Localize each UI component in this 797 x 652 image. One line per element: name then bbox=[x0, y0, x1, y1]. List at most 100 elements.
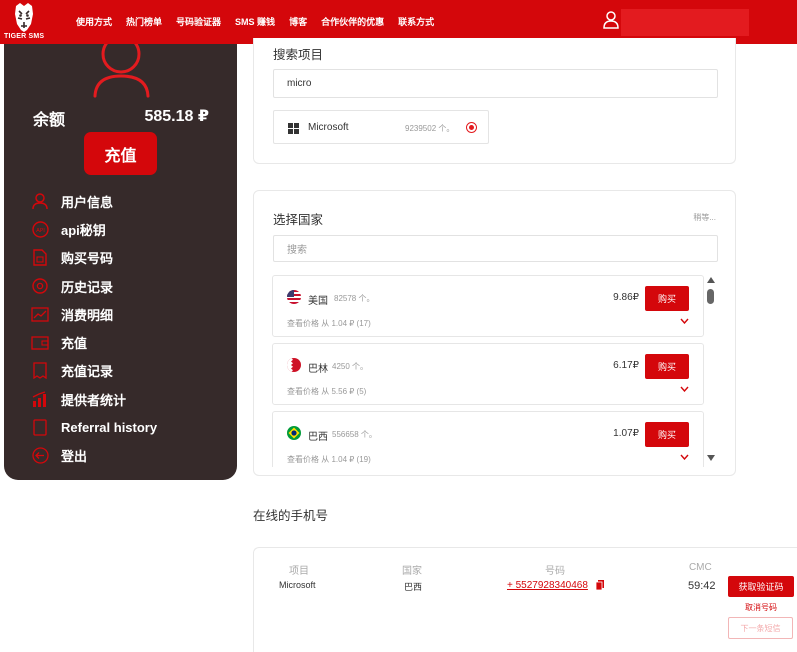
sidebar-item-profile[interactable]: 用户信息 bbox=[31, 187, 157, 215]
sidebar-item-label: 提供者统计 bbox=[61, 392, 127, 408]
user-icon bbox=[31, 192, 49, 210]
sidebar-item-label: 登出 bbox=[61, 449, 88, 465]
column-header-service: 项目 bbox=[289, 566, 309, 577]
country-name: 美国 bbox=[308, 296, 328, 307]
country-search-input[interactable]: 搜索 bbox=[273, 235, 718, 262]
get-code-button[interactable]: 获取验证码 bbox=[728, 576, 794, 597]
api-icon: API bbox=[31, 220, 49, 238]
service-result-item[interactable]: Microsoft 9239502 个。 bbox=[273, 110, 489, 144]
user-name-box[interactable] bbox=[621, 9, 749, 36]
service-name: Microsoft bbox=[308, 122, 349, 133]
at-icon bbox=[31, 277, 49, 295]
receipt-icon bbox=[31, 362, 49, 380]
scroll-thumb[interactable] bbox=[707, 289, 714, 304]
sidebar-item-logout[interactable]: 登出 bbox=[31, 442, 157, 470]
scroll-down-arrow-icon[interactable] bbox=[707, 455, 715, 461]
service-search-input[interactable]: micro bbox=[273, 69, 718, 98]
service-search-title: 搜索项目 bbox=[273, 48, 324, 62]
column-header-sms: СМС bbox=[689, 562, 712, 573]
scroll-up-arrow-icon[interactable] bbox=[707, 277, 715, 283]
country-row-us[interactable]: 美国 82578 个。 9.86₽ 购买 查看价格 从 1.04 ₽ (17) bbox=[272, 275, 704, 337]
next-sms-button[interactable]: 下一条短信 bbox=[728, 617, 793, 639]
service-search-card: 搜索项目 micro Microsoft 9239502 个。 bbox=[253, 38, 736, 164]
sidebar-item-label: Referral history bbox=[61, 420, 158, 436]
price-from-link[interactable]: 查看价格 从 1.04 ₽ (17) bbox=[287, 318, 371, 329]
nav-item-partner-offers[interactable]: 合作伙伴的优惠 bbox=[321, 15, 384, 28]
sidebar-item-provider-stats[interactable]: 提供者统计 bbox=[31, 385, 157, 413]
buy-button[interactable]: 购买 bbox=[645, 422, 689, 447]
nav-item-number-checker[interactable]: 号码验证器 bbox=[176, 15, 221, 28]
country-list: 美国 82578 个。 9.86₽ 购买 查看价格 从 1.04 ₽ (17) … bbox=[272, 275, 704, 467]
country-row-brazil[interactable]: 巴西 556658 个。 1.07₽ 购买 查看价格 从 1.04 ₽ (19) bbox=[272, 411, 704, 467]
country-select-title: 选择国家 bbox=[273, 213, 324, 227]
sidebar-item-history[interactable]: 历史记录 bbox=[31, 272, 157, 300]
service-count: 9239502 个。 bbox=[405, 124, 455, 133]
chevron-down-icon[interactable] bbox=[680, 454, 689, 460]
sidebar-item-buy-number[interactable]: 购买号码 bbox=[31, 244, 157, 272]
nav-item-sms-earn[interactable]: SMS 赚钱 bbox=[235, 15, 275, 28]
sidebar-item-label: 充值 bbox=[61, 336, 88, 352]
active-service: Microsoft bbox=[279, 580, 316, 590]
country-price: 6.17₽ bbox=[613, 360, 639, 371]
nav-item-blog[interactable]: 博客 bbox=[289, 15, 307, 28]
document-icon bbox=[31, 419, 49, 437]
buy-button[interactable]: 购买 bbox=[645, 354, 689, 379]
active-country: 巴西 bbox=[404, 582, 423, 592]
country-count: 82578 个。 bbox=[334, 294, 375, 303]
sidebar-item-topup-history[interactable]: 充值记录 bbox=[31, 357, 157, 385]
country-price: 9.86₽ bbox=[613, 292, 639, 303]
sidebar-item-label: 购买号码 bbox=[61, 251, 114, 267]
buy-button[interactable]: 购买 bbox=[645, 286, 689, 311]
sidebar-item-label: 消费明细 bbox=[61, 307, 114, 323]
sms-timer: 59:42 bbox=[688, 580, 716, 592]
bar-chart-icon bbox=[31, 390, 49, 408]
column-header-number: 号码 bbox=[545, 566, 565, 577]
sidebar-item-api-key[interactable]: API api秘钥 bbox=[31, 215, 157, 243]
sidebar-item-topup[interactable]: 充值 bbox=[31, 328, 157, 356]
copy-icon[interactable] bbox=[596, 580, 604, 590]
sidebar-item-spending[interactable]: 消费明细 bbox=[31, 300, 157, 328]
user-icon[interactable] bbox=[603, 11, 619, 29]
sidebar-item-referral-history[interactable]: Referral history bbox=[31, 413, 157, 441]
nav-item-how-to-use[interactable]: 使用方式 bbox=[76, 15, 112, 28]
country-row-bahrain[interactable]: 巴林 4250 个。 6.17₽ 购买 查看价格 从 5.56 ₽ (5) bbox=[272, 343, 704, 405]
sidebar-menu: 用户信息 API api秘钥 购买号码 历史记录 消费明细 充值 充值记录 提供… bbox=[31, 187, 157, 470]
wallet-icon bbox=[31, 334, 49, 352]
country-name: 巴林 bbox=[308, 364, 328, 375]
service-radio-selected[interactable] bbox=[466, 122, 477, 133]
price-from-link[interactable]: 查看价格 从 5.56 ₽ (5) bbox=[287, 386, 366, 397]
country-count: 556658 个。 bbox=[332, 430, 377, 439]
chevron-down-icon[interactable] bbox=[680, 386, 689, 392]
active-number-card: 项目 国家 号码 СМС Microsoft 巴西 + 552792834046… bbox=[253, 547, 797, 652]
chart-line-icon bbox=[31, 305, 49, 323]
country-count: 4250 个。 bbox=[332, 362, 369, 371]
topup-button[interactable]: 充值 bbox=[84, 132, 157, 175]
sim-card-icon bbox=[31, 249, 49, 267]
balance-value: 585.18 ₽ bbox=[144, 108, 209, 125]
country-price: 1.07₽ bbox=[613, 428, 639, 439]
nav-item-contacts[interactable]: 联系方式 bbox=[398, 15, 434, 28]
country-select-card: 选择国家 稍等... 搜索 美国 82578 个。 9.86₽ 购买 查看价格 … bbox=[253, 190, 736, 476]
sidebar-item-label: api秘钥 bbox=[61, 222, 106, 238]
column-header-country: 国家 bbox=[402, 566, 422, 577]
tiger-logo-icon bbox=[15, 3, 33, 32]
bahrain-flag-icon bbox=[287, 358, 301, 372]
chevron-down-icon[interactable] bbox=[680, 318, 689, 324]
sidebar-item-label: 历史记录 bbox=[61, 279, 114, 295]
cancel-number-link[interactable]: 取消号码 bbox=[728, 602, 794, 613]
svg-text:API: API bbox=[36, 228, 45, 234]
sort-link[interactable]: 稍等... bbox=[693, 212, 716, 223]
price-from-link[interactable]: 查看价格 从 1.04 ₽ (19) bbox=[287, 454, 371, 465]
online-numbers-title: 在线的手机号 bbox=[253, 509, 329, 523]
country-name: 巴西 bbox=[308, 432, 328, 443]
nav-item-top-list[interactable]: 热门榜单 bbox=[126, 15, 162, 28]
logo-text: TIGER SMS bbox=[4, 33, 45, 40]
active-phone-number[interactable]: + 5527928340468 bbox=[507, 580, 588, 591]
balance-label: 余额 bbox=[33, 112, 66, 129]
sidebar: 余额 585.18 ₽ 充值 用户信息 API api秘钥 购买号码 历史记录 bbox=[4, 34, 237, 480]
us-flag-icon bbox=[287, 290, 301, 304]
sidebar-item-label: 充值记录 bbox=[61, 364, 114, 380]
country-list-scrollbar[interactable] bbox=[704, 275, 718, 463]
avatar-icon bbox=[92, 34, 152, 100]
windows-icon bbox=[288, 123, 299, 134]
